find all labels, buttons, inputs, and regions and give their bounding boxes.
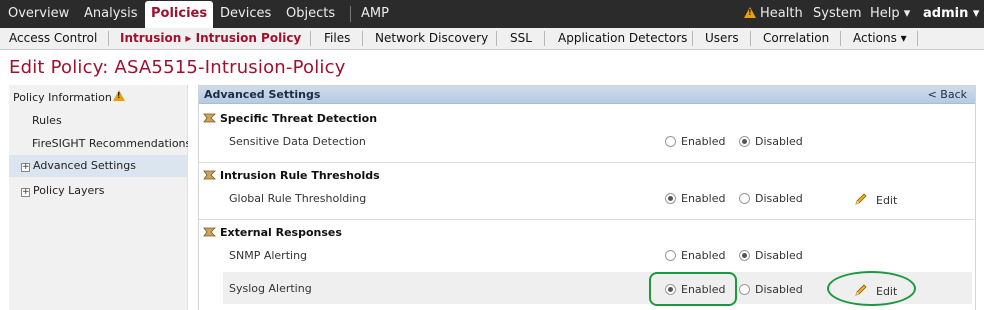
section-icon [203,227,216,237]
edit-thresholding-button[interactable]: Edit [854,191,897,207]
nav-health-label: Health [760,6,803,21]
nav-overview[interactable]: Overview [8,0,69,28]
radio-off-icon [739,284,750,295]
panel-header: Advanced Settings < Back [199,86,975,104]
tab-access-control[interactable]: Access Control [9,28,97,49]
section-icon [203,113,216,123]
tab-separator [496,31,497,46]
sidebar-item-rules[interactable]: Rules [9,110,188,132]
policy-sidebar: Policy Information Rules FireSIGHT Recom… [9,85,188,310]
radio-on-icon [739,250,750,261]
tab-network-discovery[interactable]: Network Discovery [375,28,488,49]
nav-objects[interactable]: Objects [286,0,335,28]
radio-off-icon [739,193,750,204]
row-label-sensitive-data-detection: Sensitive Data Detection [229,135,366,148]
section-specific-threat-detection: Specific Threat Detection [203,111,377,127]
row-label-snmp-alerting: SNMP Alerting [229,249,308,262]
radio-label: Enabled [681,192,726,205]
nav-separator [350,6,351,22]
tab-separator [917,31,918,46]
row-label-syslog-alerting: Syslog Alerting [229,282,312,295]
highlight-oval-annotation [827,271,916,306]
radio-thresholding-disabled[interactable]: Disabled [739,191,803,207]
radio-label: Disabled [755,192,803,205]
nav-analysis[interactable]: Analysis [84,0,138,28]
section-divider [199,219,975,220]
edit-label: Edit [876,194,898,207]
radio-label: Enabled [681,249,726,262]
top-nav-bar: Overview Analysis Policies Devices Objec… [0,0,984,28]
tab-separator [310,31,311,46]
panel-title: Advanced Settings [204,88,321,101]
advanced-settings-panel: Advanced Settings < Back Specific Threat… [198,85,976,310]
expand-plus-icon[interactable]: + [21,163,30,172]
section-title: Specific Threat Detection [220,112,378,125]
tab-users[interactable]: Users [705,28,739,49]
row-label-global-rule-thresholding: Global Rule Thresholding [229,192,367,205]
sidebar-item-label: Advanced Settings [33,159,136,172]
sidebar-item-label: Policy Layers [33,184,105,197]
radio-on-icon [739,136,750,147]
sidebar-item-label: Policy Information [13,91,112,104]
sidebar-item-policy-layers[interactable]: + Policy Layers [9,180,188,202]
nav-health[interactable]: Health [744,0,803,28]
tab-separator [108,31,109,46]
nav-help[interactable]: Help ▾ [870,0,910,28]
tab-separator [362,31,363,46]
warning-icon [744,7,756,18]
sub-nav-bar: Access Control Intrusion ▸ Intrusion Pol… [0,28,984,50]
page-title: Edit Policy: ASA5515-Intrusion-Policy [9,57,346,78]
tab-ssl[interactable]: SSL [510,28,532,49]
radio-label: Disabled [755,135,803,148]
radio-label: Disabled [755,283,803,296]
nav-amp[interactable]: AMP [361,0,389,28]
expand-plus-icon[interactable]: + [21,188,30,197]
sidebar-item-firesight-recommendations[interactable]: FireSIGHT Recommendations [9,133,188,155]
nav-user-menu[interactable]: admin ▾ [923,0,979,28]
tab-correlation[interactable]: Correlation [763,28,829,49]
tab-separator [544,31,545,46]
section-title: Intrusion Rule Thresholds [220,169,380,182]
radio-sensitive-disabled[interactable]: Disabled [739,134,803,150]
tab-actions[interactable]: Actions ▾ [853,28,907,49]
radio-thresholding-enabled[interactable]: Enabled [665,191,725,207]
warning-icon [112,90,125,101]
nav-policies[interactable]: Policies [145,1,214,28]
radio-sensitive-enabled[interactable]: Enabled [665,134,725,150]
tab-separator [840,31,841,46]
highlight-box-annotation [649,272,737,306]
radio-label: Disabled [755,249,803,262]
tab-intrusion-policy[interactable]: Intrusion ▸ Intrusion Policy [120,28,301,49]
tab-separator [692,31,693,46]
tab-files[interactable]: Files [324,28,350,49]
radio-off-icon [665,250,676,261]
nav-devices[interactable]: Devices [220,0,271,28]
back-link[interactable]: < Back [928,86,967,104]
pencil-icon [855,193,867,205]
nav-system[interactable]: System [813,0,861,28]
radio-off-icon [665,136,676,147]
tab-application-detectors[interactable]: Application Detectors [558,28,687,49]
sidebar-item-advanced-settings[interactable]: + Advanced Settings [9,155,188,177]
section-icon [203,170,216,180]
sidebar-item-policy-information[interactable]: Policy Information [9,87,188,109]
tab-separator [750,31,751,46]
radio-snmp-disabled[interactable]: Disabled [739,248,803,264]
radio-syslog-disabled[interactable]: Disabled [739,282,803,298]
section-intrusion-rule-thresholds: Intrusion Rule Thresholds [203,168,380,184]
section-title: External Responses [220,226,342,239]
section-external-responses: External Responses [203,225,342,241]
radio-on-icon [665,193,676,204]
section-divider [199,162,975,163]
radio-snmp-enabled[interactable]: Enabled [665,248,725,264]
radio-label: Enabled [681,135,726,148]
